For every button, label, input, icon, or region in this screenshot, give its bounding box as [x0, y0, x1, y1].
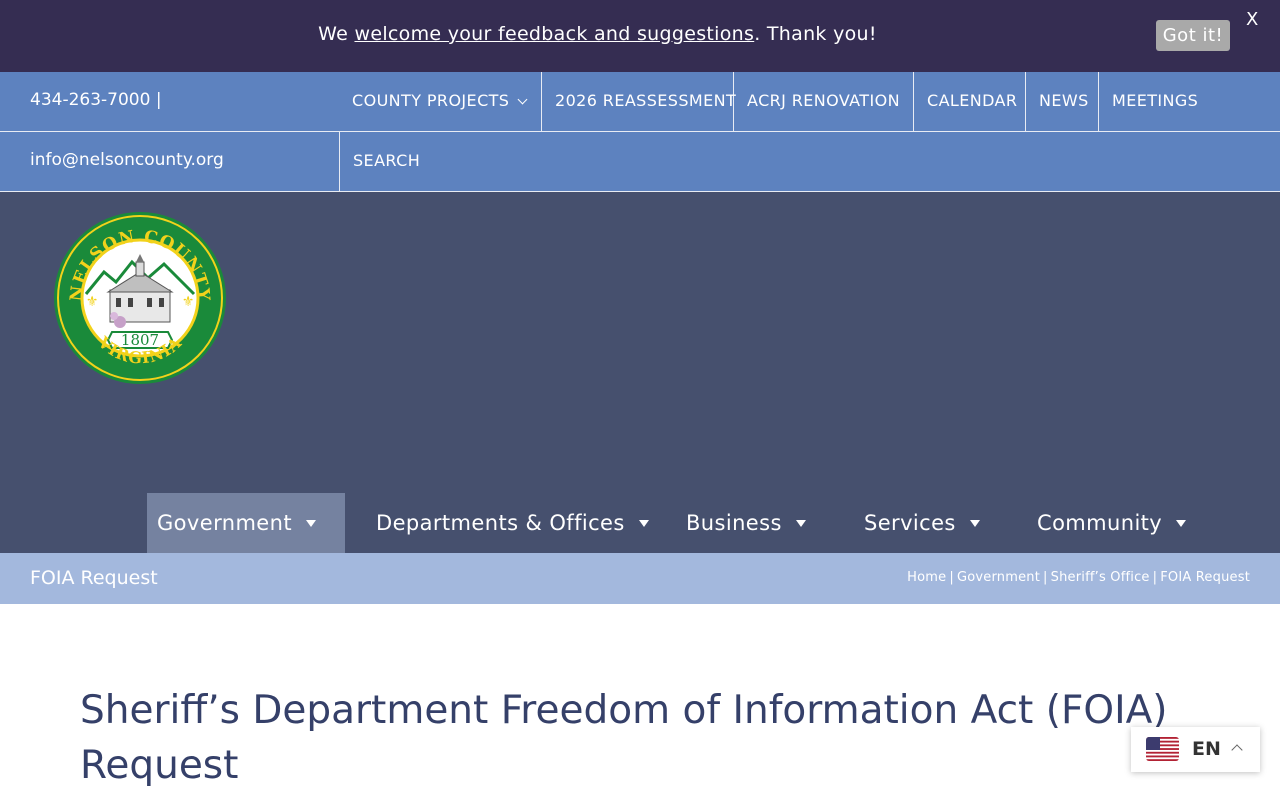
breadcrumb: Home | Government | Sheriff’s Office | FOIA Re…	[907, 570, 1250, 585]
nelson-county-seal-logo[interactable]: 1807 NELSON COUNTY VIRGINIA ⚜ ⚜	[52, 210, 228, 386]
breadcrumb-current: FOIA Request	[1160, 570, 1250, 585]
main-nav-label: Business	[686, 511, 782, 535]
breadcrumb-separator: |	[1152, 570, 1158, 585]
feedback-notice-bar: We welcome your feedback and suggestions…	[0, 0, 1280, 72]
language-code: EN	[1192, 738, 1221, 760]
caret-down-icon	[795, 520, 806, 527]
language-selector[interactable]: EN	[1131, 727, 1260, 772]
us-flag-icon	[1146, 737, 1179, 761]
main-nav-label: Departments & Offices	[376, 511, 625, 535]
caret-down-icon	[305, 520, 316, 527]
top-nav-news[interactable]: NEWS	[1039, 72, 1089, 131]
content-heading: Sheriff’s Department Freedom of Informat…	[80, 688, 1168, 788]
breadcrumb-home[interactable]: Home	[907, 570, 946, 585]
breadcrumb-separator: |	[1043, 570, 1048, 585]
main-nav-services[interactable]: Services	[864, 493, 980, 553]
page-title: FOIA Request	[30, 567, 158, 589]
notice-prefix: We	[318, 23, 355, 45]
top-nav-2026-reassessment[interactable]: 2026 REASSESSMENT	[555, 72, 736, 131]
page-title-bar: FOIA Request Home | Government | Sheriff’s O…	[0, 553, 1280, 604]
main-nav-community[interactable]: Community	[1037, 493, 1187, 553]
nav-row-divider	[0, 131, 1280, 132]
nav-divider	[339, 131, 340, 191]
got-it-button[interactable]: Got it!	[1156, 20, 1230, 51]
close-notice-button[interactable]: X	[1246, 9, 1258, 30]
main-nav-government[interactable]: Government	[147, 493, 345, 553]
top-nav-county-projects[interactable]: COUNTY PROJECTS	[352, 72, 528, 131]
top-nav-acrj-renovation[interactable]: ACRJ RENOVATION	[747, 72, 900, 131]
caret-down-icon	[1176, 520, 1187, 527]
main-nav-label: Community	[1037, 511, 1163, 535]
notice-text: We welcome your feedback and suggestions…	[0, 23, 1195, 45]
chevron-down-icon	[517, 94, 528, 105]
top-nav-label: COUNTY PROJECTS	[352, 91, 510, 110]
nav-divider	[913, 72, 914, 131]
main-nav-label: Services	[864, 511, 956, 535]
contact-phone[interactable]: 434-263-7000 |	[30, 90, 162, 110]
feedback-link[interactable]: welcome your feedback and suggestions	[354, 23, 754, 45]
top-utility-nav: 434-263-7000 | info@nelsoncounty.org COU…	[0, 72, 1280, 192]
main-nav-business[interactable]: Business	[686, 493, 806, 553]
top-nav-calendar[interactable]: CALENDAR	[927, 72, 1017, 131]
notice-suffix: . Thank you!	[754, 23, 877, 45]
fleur-de-lis-icon: ⚜	[86, 294, 99, 310]
fleur-de-lis-icon: ⚜	[182, 294, 195, 310]
top-nav-search[interactable]: SEARCH	[353, 132, 420, 191]
caret-down-icon	[969, 520, 980, 527]
breadcrumb-government[interactable]: Government	[957, 570, 1040, 585]
main-nav-departments-offices[interactable]: Departments & Offices	[376, 493, 649, 553]
nav-divider	[541, 72, 542, 131]
nav-divider	[1098, 72, 1099, 131]
chevron-up-icon	[1231, 744, 1243, 756]
main-nav-label: Government	[157, 511, 292, 535]
site-header: 1807 NELSON COUNTY VIRGINIA ⚜ ⚜ Governme…	[0, 192, 1280, 553]
breadcrumb-separator: |	[949, 570, 954, 585]
nav-divider	[1025, 72, 1026, 131]
contact-email[interactable]: info@nelsoncounty.org	[30, 150, 224, 170]
top-nav-meetings[interactable]: MEETINGS	[1112, 72, 1198, 131]
breadcrumb-sheriffs-office[interactable]: Sheriff’s Office	[1051, 570, 1150, 585]
caret-down-icon	[638, 520, 649, 527]
